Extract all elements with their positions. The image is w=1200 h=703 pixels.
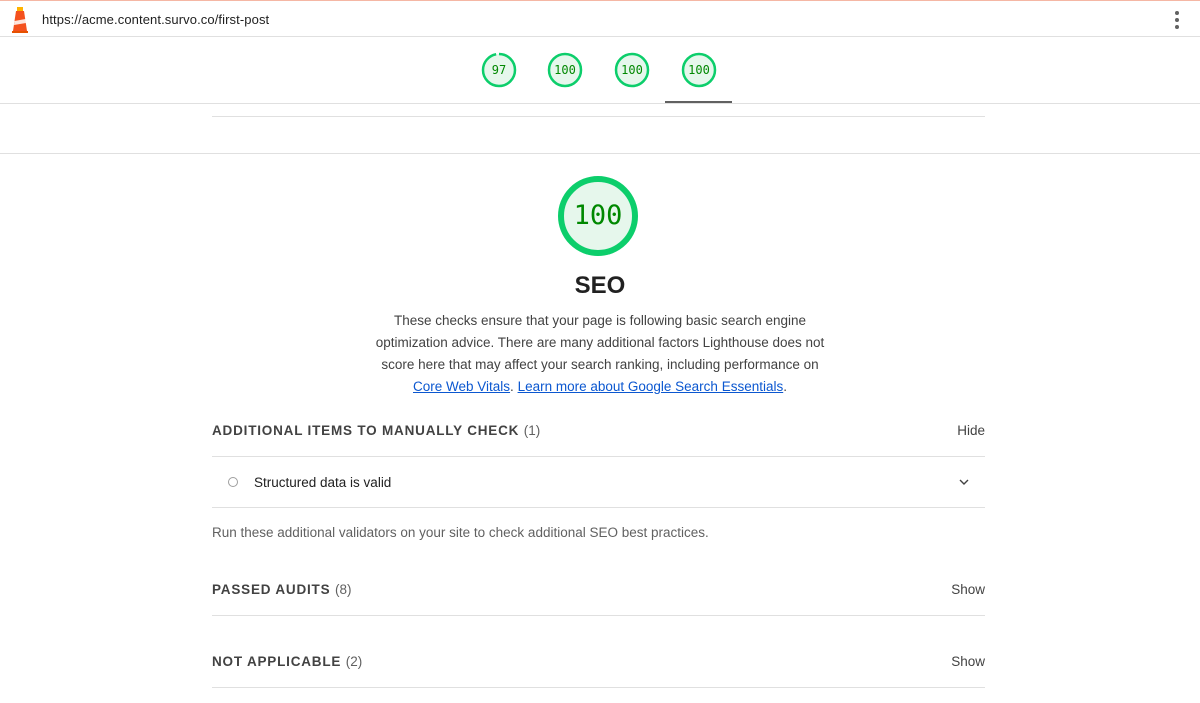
active-tab-indicator	[665, 101, 732, 103]
row-divider	[212, 687, 985, 688]
group-count: (2)	[345, 654, 363, 669]
gauge-score: 100	[621, 63, 643, 77]
section-divider	[212, 116, 985, 117]
not-applicable-header[interactable]: NOT APPLICABLE (2) Show	[212, 654, 985, 676]
manual-checks-description: Run these additional validators on your …	[212, 525, 709, 540]
category-gauges-header: 97 100 100 100	[0, 37, 1200, 104]
group-title: NOT APPLICABLE (2)	[212, 654, 362, 669]
more-vert-icon[interactable]	[1174, 11, 1180, 29]
group-title-text: NOT APPLICABLE	[212, 654, 342, 669]
gauge-score: 100	[688, 63, 710, 77]
lighthouse-icon	[12, 7, 28, 33]
search-essentials-link[interactable]: Learn more about Google Search Essential…	[518, 379, 784, 394]
gauge-tab-accessibility[interactable]: 100	[547, 52, 583, 88]
core-web-vitals-link[interactable]: Core Web Vitals	[413, 379, 510, 394]
description-end: .	[783, 379, 787, 394]
lighthouse-report: https://acme.content.survo.co/first-post…	[0, 0, 1200, 703]
audit-title: Structured data is valid	[254, 475, 392, 490]
report-url[interactable]: https://acme.content.survo.co/first-post	[42, 12, 269, 27]
description-separator: .	[510, 379, 518, 394]
report-topbar: https://acme.content.survo.co/first-post	[0, 0, 1200, 37]
group-count: (1)	[523, 423, 541, 438]
gauge-tab-performance[interactable]: 97	[481, 52, 517, 88]
row-divider	[212, 615, 985, 616]
audit-structured-data[interactable]: Structured data is valid	[212, 457, 985, 507]
group-title-text: ADDITIONAL ITEMS TO MANUALLY CHECK	[212, 423, 520, 438]
group-title-text: PASSED AUDITS	[212, 582, 331, 597]
category-description: These checks ensure that your page is fo…	[372, 310, 828, 398]
show-toggle[interactable]: Show	[951, 654, 985, 669]
category-divider	[0, 153, 1200, 154]
gauge-tab-best-practices[interactable]: 100	[614, 52, 650, 88]
group-count: (8)	[334, 582, 352, 597]
manual-check-icon	[228, 477, 238, 487]
manual-checks-header[interactable]: ADDITIONAL ITEMS TO MANUALLY CHECK (1) H…	[212, 423, 985, 445]
group-title: ADDITIONAL ITEMS TO MANUALLY CHECK (1)	[212, 423, 540, 438]
description-text: These checks ensure that your page is fo…	[375, 313, 825, 372]
passed-audits-header[interactable]: PASSED AUDITS (8) Show	[212, 582, 985, 604]
hide-toggle[interactable]: Hide	[957, 423, 985, 438]
gauge-tab-seo[interactable]: 100	[681, 52, 717, 88]
category-title: SEO	[574, 272, 626, 299]
show-toggle[interactable]: Show	[951, 582, 985, 597]
group-title: PASSED AUDITS (8)	[212, 582, 351, 597]
gauge-score: 97	[491, 63, 507, 77]
gauge-score: 100	[554, 63, 576, 77]
seo-score-value: 100	[573, 200, 623, 231]
seo-score-gauge: 100	[557, 175, 639, 257]
row-divider	[212, 507, 985, 508]
chevron-down-icon[interactable]	[959, 477, 969, 487]
